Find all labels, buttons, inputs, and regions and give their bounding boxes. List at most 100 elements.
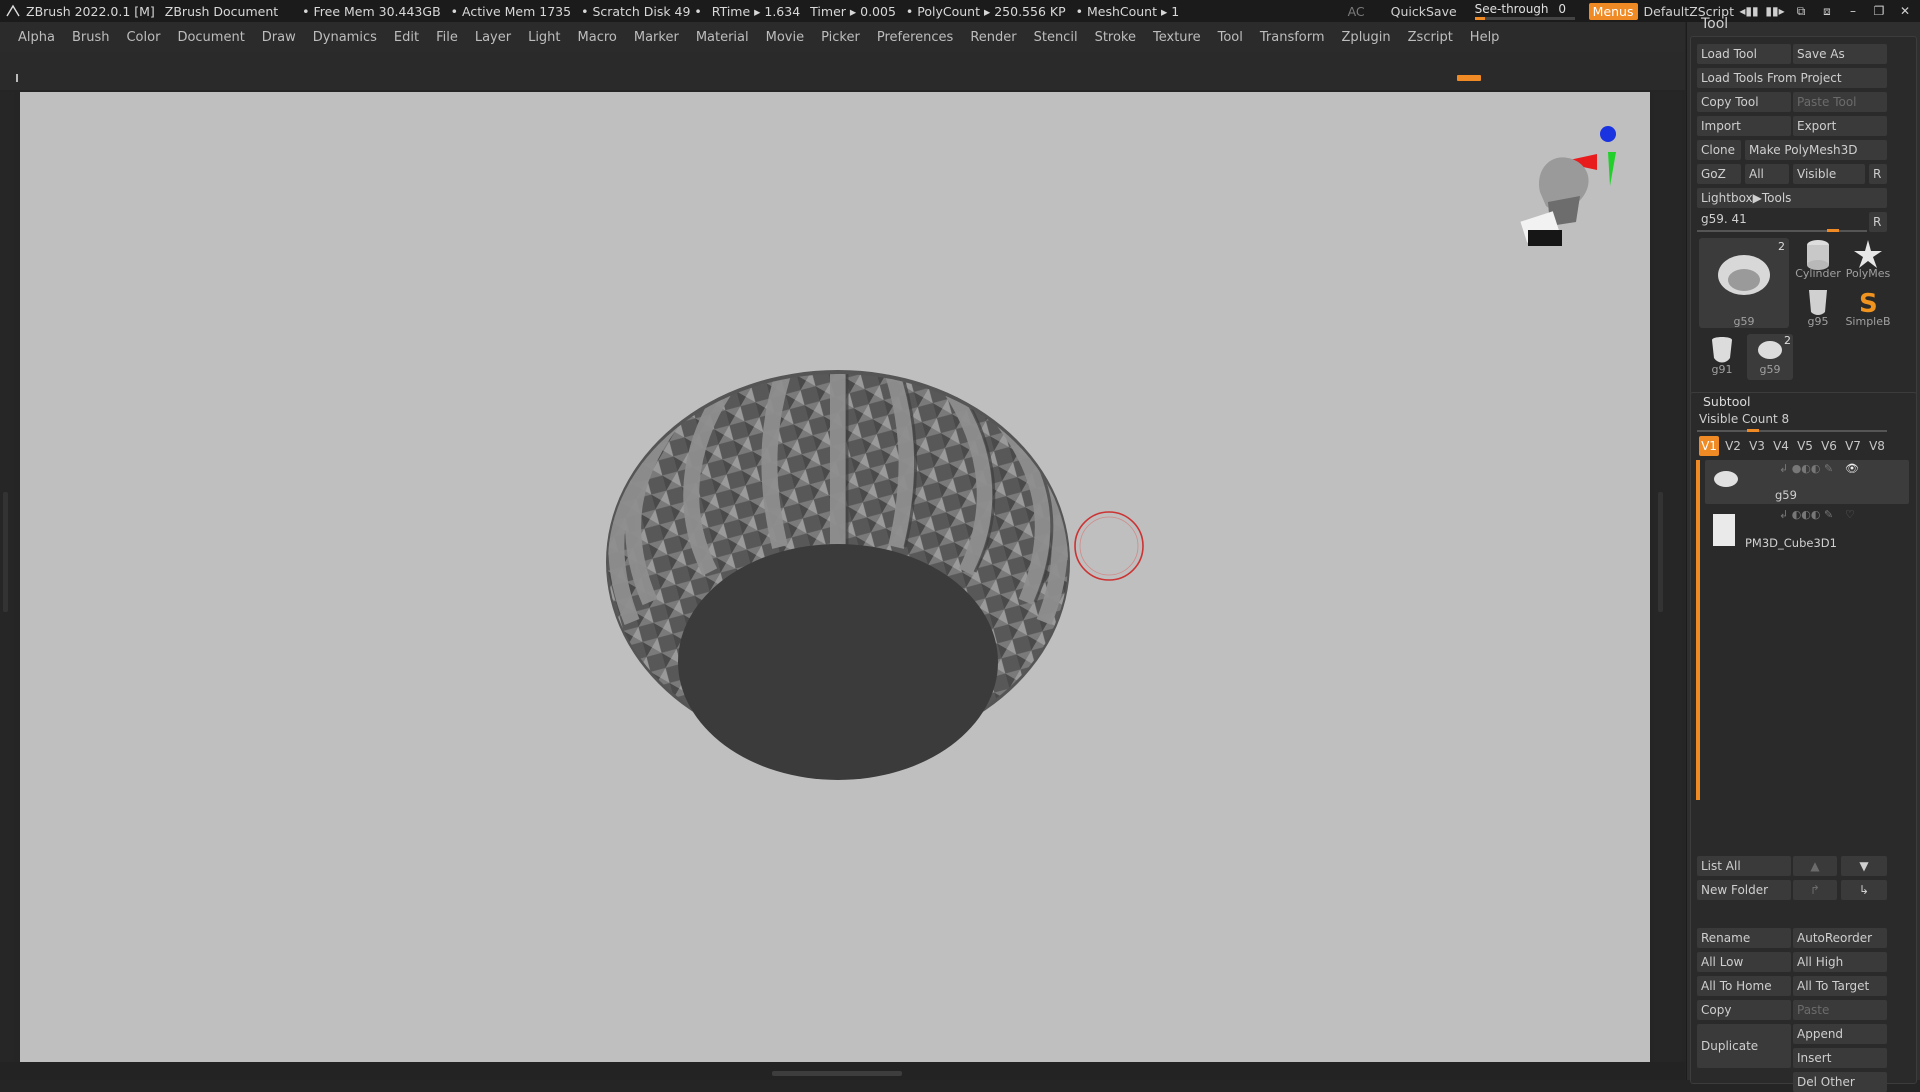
ac-toggle[interactable]: AC: [1348, 4, 1365, 19]
version-v3-button[interactable]: V3: [1747, 436, 1767, 456]
version-v1-button[interactable]: V1: [1699, 436, 1719, 456]
menu-stencil[interactable]: Stencil: [1034, 30, 1078, 45]
menu-render[interactable]: Render: [970, 30, 1016, 45]
menu-layer[interactable]: Layer: [475, 30, 511, 45]
menu-brush[interactable]: Brush: [72, 30, 110, 45]
append-button[interactable]: Append: [1793, 1024, 1887, 1044]
make-polymesh-button[interactable]: Make PolyMesh3D: [1745, 140, 1887, 160]
menu-zscript[interactable]: Zscript: [1408, 30, 1453, 45]
menu-color[interactable]: Color: [126, 30, 160, 45]
menus-button[interactable]: Menus: [1588, 2, 1638, 20]
bottom-tray-handle[interactable]: [772, 1071, 902, 1076]
subtool-g59-folder-icon[interactable]: ↲ ●◐◐ ✎: [1779, 462, 1833, 475]
window-swap-icon[interactable]: ⧈: [1816, 4, 1838, 19]
version-v6-button[interactable]: V6: [1819, 436, 1839, 456]
goz-all-button[interactable]: All: [1745, 164, 1789, 184]
subtool-row-g59[interactable]: g59 👁 ↲ ●◐◐ ✎: [1705, 460, 1909, 504]
list-all-button[interactable]: List All: [1697, 856, 1791, 876]
menu-macro[interactable]: Macro: [578, 30, 617, 45]
menu-light[interactable]: Light: [528, 30, 560, 45]
menu-zplugin[interactable]: Zplugin: [1342, 30, 1391, 45]
menu-file[interactable]: File: [436, 30, 458, 45]
import-button[interactable]: Import: [1697, 116, 1791, 136]
menu-tool[interactable]: Tool: [1218, 30, 1243, 45]
subtool-scrollbar[interactable]: [1696, 460, 1700, 800]
polymesh-thumb[interactable]: PolyMes: [1845, 238, 1891, 284]
export-button[interactable]: Export: [1793, 116, 1887, 136]
minimize-icon[interactable]: –: [1842, 4, 1864, 18]
g95-thumb[interactable]: g95: [1795, 286, 1841, 332]
lightbox-tools-button[interactable]: Lightbox▶Tools: [1697, 188, 1887, 208]
version-v8-button[interactable]: V8: [1867, 436, 1887, 456]
menu-marker[interactable]: Marker: [634, 30, 679, 45]
menu-material[interactable]: Material: [696, 30, 749, 45]
copy-button[interactable]: Copy: [1697, 1000, 1791, 1020]
goz-r-button[interactable]: R: [1869, 164, 1887, 184]
menu-stroke[interactable]: Stroke: [1095, 30, 1136, 45]
quicksave-button[interactable]: QuickSave: [1391, 4, 1457, 19]
folder-in-icon[interactable]: ↳: [1841, 880, 1887, 900]
rename-button[interactable]: Rename: [1697, 928, 1791, 948]
all-low-button[interactable]: All Low: [1697, 952, 1791, 972]
navigation-gizmo-icon[interactable]: [1520, 126, 1616, 246]
all-to-home-button[interactable]: All To Home: [1697, 976, 1791, 996]
visible-count-slider[interactable]: Visible Count 8: [1699, 412, 1789, 426]
paste-tool-button[interactable]: Paste Tool: [1793, 92, 1887, 112]
subtool-g59-visibility-icon[interactable]: 👁: [1845, 462, 1859, 475]
all-to-target-button[interactable]: All To Target: [1793, 976, 1887, 996]
right-tray-handle[interactable]: [1658, 492, 1663, 612]
version-v4-button[interactable]: V4: [1771, 436, 1791, 456]
see-through-slider[interactable]: See-through 0: [1474, 2, 1575, 20]
g91-thumb[interactable]: g91: [1699, 334, 1745, 380]
menu-dynamics[interactable]: Dynamics: [313, 30, 377, 45]
move-up-icon[interactable]: ▲: [1793, 856, 1837, 876]
document-canvas[interactable]: [20, 92, 1650, 1062]
subtool-cube-folder-icon[interactable]: ↲ ◐◐◐ ✎: [1779, 508, 1833, 521]
save-as-button[interactable]: Save As: [1793, 44, 1887, 64]
menu-preferences[interactable]: Preferences: [877, 30, 953, 45]
load-tools-from-project-button[interactable]: Load Tools From Project: [1697, 68, 1887, 88]
duplicate-button[interactable]: Duplicate: [1697, 1024, 1791, 1068]
restore-icon[interactable]: ❐: [1868, 4, 1890, 18]
del-other-button[interactable]: Del Other: [1793, 1072, 1887, 1092]
copy-tool-button[interactable]: Copy Tool: [1697, 92, 1791, 112]
close-icon[interactable]: ✕: [1894, 4, 1916, 18]
layout-next-icon[interactable]: ▮▮▸: [1764, 4, 1786, 18]
simpleb-thumb[interactable]: S SimpleB: [1845, 286, 1891, 332]
left-tray-handle[interactable]: [3, 492, 8, 612]
current-tool-thumb[interactable]: g59 2: [1699, 238, 1789, 328]
layout-prev-icon[interactable]: ◂▮▮: [1738, 4, 1760, 18]
window-tile-icon[interactable]: ⧉: [1790, 4, 1812, 19]
paste-button[interactable]: Paste: [1793, 1000, 1887, 1020]
version-v7-button[interactable]: V7: [1843, 436, 1863, 456]
folder-out-icon[interactable]: ↱: [1793, 880, 1837, 900]
menu-texture[interactable]: Texture: [1153, 30, 1201, 45]
cylinder-thumb[interactable]: Cylinder: [1795, 238, 1841, 284]
insert-button[interactable]: Insert: [1793, 1048, 1887, 1068]
goz-button[interactable]: GoZ: [1697, 164, 1741, 184]
menu-help[interactable]: Help: [1470, 30, 1500, 45]
menu-picker[interactable]: Picker: [821, 30, 860, 45]
menu-transform[interactable]: Transform: [1260, 30, 1325, 45]
subtool-cube-visibility-icon[interactable]: ♡: [1845, 508, 1855, 521]
move-down-icon[interactable]: ▼: [1841, 856, 1887, 876]
new-folder-button[interactable]: New Folder: [1697, 880, 1791, 900]
tool-slider[interactable]: [1697, 230, 1867, 232]
menu-document[interactable]: Document: [177, 30, 244, 45]
subtool-title[interactable]: Subtool: [1703, 394, 1750, 409]
goz-visible-button[interactable]: Visible: [1793, 164, 1865, 184]
all-high-button[interactable]: All High: [1793, 952, 1887, 972]
menu-alpha[interactable]: Alpha: [18, 30, 55, 45]
version-v5-button[interactable]: V5: [1795, 436, 1815, 456]
load-tool-button[interactable]: Load Tool: [1697, 44, 1791, 64]
menu-draw[interactable]: Draw: [262, 30, 296, 45]
g59-thumb[interactable]: g59 2: [1747, 334, 1793, 380]
basket-mesh[interactable]: [606, 350, 1070, 780]
shelf-orange-indicator[interactable]: [1457, 75, 1481, 81]
clone-button[interactable]: Clone: [1697, 140, 1741, 160]
tool-r-button[interactable]: R: [1869, 212, 1887, 232]
version-v2-button[interactable]: V2: [1723, 436, 1743, 456]
menu-movie[interactable]: Movie: [766, 30, 804, 45]
subtool-row-cube[interactable]: PM3D_Cube3D1 ↲ ◐◐◐ ✎ ♡: [1705, 506, 1909, 550]
menu-edit[interactable]: Edit: [394, 30, 419, 45]
